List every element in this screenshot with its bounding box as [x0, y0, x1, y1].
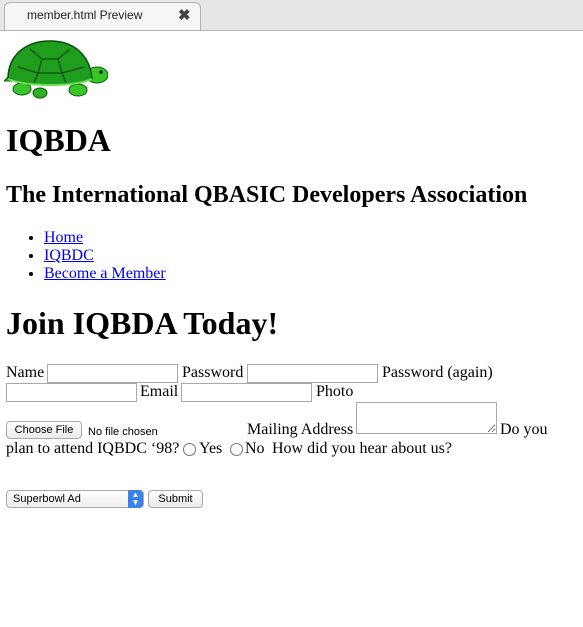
- choose-file-button[interactable]: Choose File: [6, 421, 82, 439]
- hear-question-label: How did you hear about us?: [272, 440, 452, 457]
- photo-label: Photo: [316, 383, 354, 400]
- password-input[interactable]: [247, 364, 378, 383]
- join-title: Join IQBDA Today!: [6, 305, 279, 341]
- nav-item-iqbdc: IQBDC: [44, 247, 166, 265]
- site-title: IQBDA: [6, 122, 111, 158]
- tab-title: member.html Preview: [27, 8, 143, 22]
- attend-yes-radio[interactable]: [183, 443, 196, 456]
- submit-button[interactable]: Submit: [148, 490, 203, 508]
- name-input[interactable]: [47, 364, 178, 383]
- nav-item-become-member: Become a Member: [44, 265, 166, 283]
- name-label: Name: [6, 364, 45, 381]
- password-again-label: Password (again): [382, 364, 493, 381]
- mailing-address-textarea[interactable]: [356, 402, 497, 434]
- email-label: Email: [140, 383, 179, 400]
- browser-tab[interactable]: member.html Preview ✖: [4, 2, 201, 30]
- attend-no-label: No: [245, 440, 265, 457]
- password-label: Password: [182, 364, 244, 381]
- page-content: IQBDA The International QBASIC Developer…: [0, 31, 583, 627]
- attend-question-part2: plan to attend IQBDC ‘98?: [6, 440, 180, 457]
- turtle-icon: [4, 40, 108, 99]
- email-input[interactable]: [181, 383, 312, 402]
- nav-link-home[interactable]: Home: [44, 229, 83, 246]
- mailing-address-label: Mailing Address: [247, 421, 354, 438]
- main-nav: Home IQBDC Become a Member: [26, 229, 166, 283]
- hear-about-selected: Superbowl Ad: [13, 493, 81, 505]
- close-icon[interactable]: ✖: [178, 6, 191, 24]
- attend-yes-label: Yes: [199, 440, 223, 457]
- select-arrows-icon: ▲ ▼: [128, 490, 143, 508]
- nav-link-become-member[interactable]: Become a Member: [44, 265, 166, 282]
- nav-item-home: Home: [44, 229, 166, 247]
- password-again-input[interactable]: [6, 383, 137, 402]
- attend-no-radio[interactable]: [230, 443, 243, 456]
- attend-question-part1: Do you: [500, 421, 548, 438]
- browser-tab-bar: member.html Preview ✖: [0, 0, 583, 31]
- hear-about-select[interactable]: Superbowl Ad ▲ ▼: [6, 490, 144, 508]
- nav-link-iqbdc[interactable]: IQBDC: [44, 247, 94, 264]
- site-subtitle: The International QBASIC Developers Asso…: [6, 182, 528, 208]
